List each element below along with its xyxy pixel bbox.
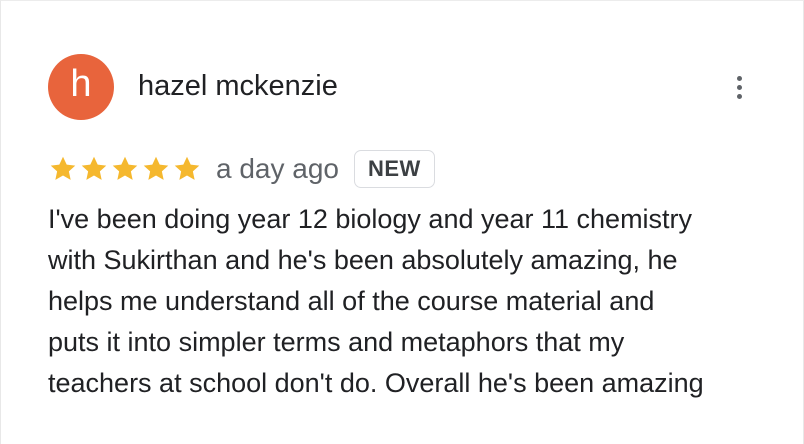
avatar-letter: h: [70, 63, 92, 105]
review-text-line: helps me understand all of the course ma…: [48, 286, 655, 316]
star-icon: [112, 156, 138, 180]
review-date: a day ago: [216, 153, 339, 184]
review-card: h hazel mckenzie a day ago NEW I've been…: [0, 0, 804, 444]
star-icon: [50, 156, 76, 180]
star-icon: [143, 156, 169, 180]
star-icon: [81, 156, 107, 180]
more-vert-icon: [736, 75, 742, 99]
review-text: I've been doing year 12 biology and year…: [48, 199, 778, 404]
new-badge: NEW: [354, 150, 435, 188]
review-text-line: puts it into simpler terms and metaphors…: [48, 327, 625, 357]
more-options-button[interactable]: [722, 67, 756, 107]
review-text-line: teachers at school don't do. Overall he'…: [48, 368, 704, 398]
review-text-line: I've been doing year 12 biology and year…: [48, 204, 693, 234]
avatar[interactable]: h: [48, 54, 114, 120]
rating-row: a day ago NEW: [48, 149, 435, 189]
star-icon: [174, 156, 200, 180]
review-text-line: with Sukirthan and he's been absolutely …: [48, 245, 678, 275]
star-rating: [48, 154, 202, 184]
reviewer-name[interactable]: hazel mckenzie: [138, 69, 338, 103]
